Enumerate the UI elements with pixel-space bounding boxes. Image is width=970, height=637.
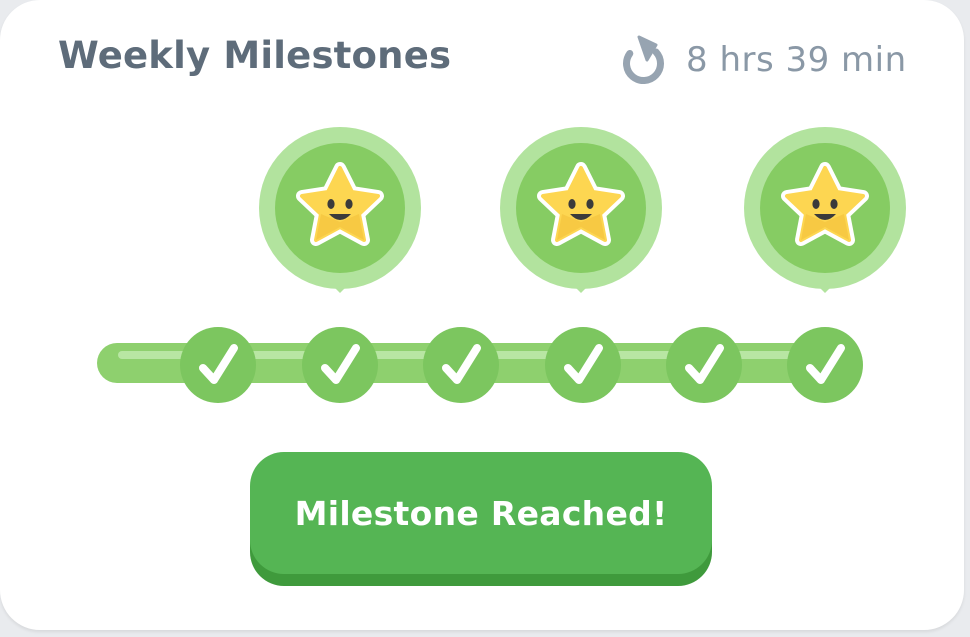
- milestone-step: [302, 327, 378, 403]
- reward-badge: [500, 127, 662, 293]
- reward-badge: [259, 127, 421, 293]
- reward-badge: [744, 127, 906, 293]
- milestone-step: [423, 327, 499, 403]
- milestone-step: [545, 327, 621, 403]
- milestone-step: [666, 327, 742, 403]
- weekly-milestones-card: Weekly Milestones 8 hrs 39 min Milestone…: [0, 0, 964, 630]
- button-label: Milestone Reached!: [294, 493, 668, 533]
- button-face: Milestone Reached!: [250, 452, 712, 574]
- milestone-step: [180, 327, 256, 403]
- milestone-track: [97, 127, 906, 403]
- milestone-step: [787, 327, 863, 403]
- milestone-reached-button[interactable]: Milestone Reached!: [250, 452, 712, 586]
